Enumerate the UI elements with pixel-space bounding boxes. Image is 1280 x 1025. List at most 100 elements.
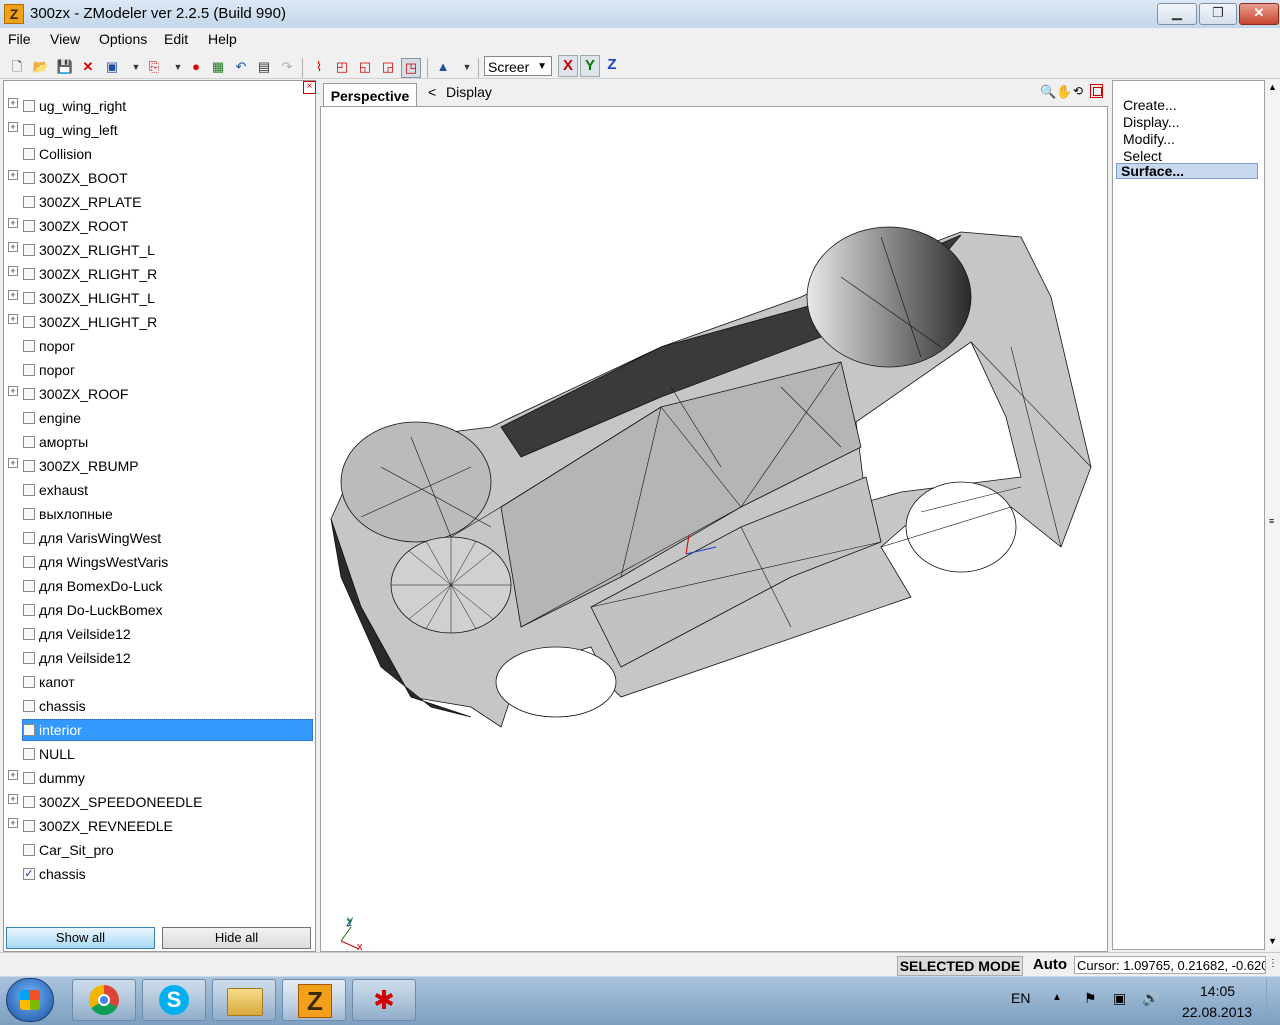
tree-item[interactable]: + ug_wing_left	[4, 119, 314, 141]
expand-plus-icon[interactable]: +	[8, 314, 18, 324]
object-mode-icon[interactable]: ◱	[356, 58, 374, 76]
scroll-up-icon[interactable]: ▲	[1268, 82, 1277, 92]
expand-plus-icon[interactable]: +	[8, 266, 18, 276]
tree-item[interactable]: +300ZX_HLIGHT_L	[4, 287, 314, 309]
tree-item[interactable]: engine	[4, 407, 314, 429]
taskbar-chrome[interactable]	[72, 979, 136, 1021]
open-folder-icon[interactable]: 📂	[32, 58, 50, 76]
menu-help[interactable]: Help	[208, 31, 237, 47]
visibility-checkbox[interactable]: ✓	[23, 868, 35, 880]
tree-item[interactable]: NULL	[4, 743, 314, 765]
save-icon[interactable]: 💾	[56, 58, 74, 76]
display-label[interactable]: Display	[446, 84, 492, 100]
tree-item[interactable]: +300ZX_BOOT	[4, 167, 314, 189]
import-icon[interactable]: ▣	[103, 58, 121, 76]
expand-plus-icon[interactable]: +	[8, 122, 18, 132]
tree-item[interactable]: + ug_wing_right	[4, 95, 314, 117]
close-button[interactable]: ✕	[1239, 3, 1279, 25]
expand-plus-icon[interactable]: +	[8, 218, 18, 228]
tree-item[interactable]: 300ZX_RPLATE	[4, 191, 314, 213]
menu-view[interactable]: View	[50, 31, 80, 47]
expand-plus-icon[interactable]: +	[8, 98, 18, 108]
expand-plus-icon[interactable]: +	[8, 170, 18, 180]
show-all-button[interactable]: Show all	[6, 927, 155, 949]
tree-item[interactable]: для Do-LuckBomex	[4, 599, 314, 621]
tree-item[interactable]: выхлопные	[4, 503, 314, 525]
selected-mode-icon[interactable]: ◳	[401, 58, 421, 78]
visibility-checkbox[interactable]	[23, 820, 35, 832]
visibility-checkbox[interactable]	[23, 460, 35, 472]
clock-time[interactable]: 14:05	[1200, 983, 1235, 999]
command-create[interactable]: Create...	[1123, 97, 1177, 113]
visibility-checkbox[interactable]	[23, 220, 35, 232]
export-icon[interactable]: ⎘	[145, 58, 163, 76]
start-button[interactable]	[6, 978, 54, 1022]
menu-edit[interactable]: Edit	[164, 31, 188, 47]
zmodeler-app-icon[interactable]: Z	[4, 4, 24, 24]
visibility-checkbox[interactable]	[23, 268, 35, 280]
visibility-checkbox[interactable]	[23, 100, 35, 112]
tree-item[interactable]: +300ZX_ROOT	[4, 215, 314, 237]
visibility-checkbox[interactable]	[23, 388, 35, 400]
tree-item[interactable]: chassis	[4, 695, 314, 717]
tree-item[interactable]: +300ZX_RBUMP	[4, 455, 314, 477]
close-icon[interactable]: ×	[303, 81, 316, 94]
visibility-checkbox[interactable]	[23, 436, 35, 448]
face-mode-icon[interactable]: ◰	[333, 58, 351, 76]
3d-viewport[interactable]: z y x	[320, 106, 1108, 953]
restore-button[interactable]: ❐	[1199, 3, 1237, 25]
visibility-checkbox[interactable]	[23, 748, 35, 760]
tab-perspective[interactable]: Perspective	[323, 83, 417, 106]
tree-item[interactable]: аморты	[4, 431, 314, 453]
visibility-checkbox[interactable]	[23, 700, 35, 712]
tree-item[interactable]: +300ZX_ROOF	[4, 383, 314, 405]
network-icon[interactable]: ▣	[1113, 990, 1126, 1007]
tree-item[interactable]: для Veilside12	[4, 623, 314, 645]
delete-icon[interactable]: ✕	[79, 58, 97, 76]
tree-item[interactable]: +300ZX_SPEEDONEEDLE	[4, 791, 314, 813]
expand-plus-icon[interactable]: +	[8, 386, 18, 396]
tree-item[interactable]: interior	[4, 719, 314, 741]
visibility-checkbox[interactable]	[23, 316, 35, 328]
minimize-button[interactable]: ▁	[1157, 3, 1197, 25]
tree-item[interactable]: для WingsWestVaris	[4, 551, 314, 573]
maximize-viewport-icon[interactable]	[1090, 84, 1103, 98]
auto-status[interactable]: Auto	[1028, 956, 1072, 974]
tree-item[interactable]: +300ZX_REVNEEDLE	[4, 815, 314, 837]
tree-item[interactable]: Car_Sit_pro	[4, 839, 314, 861]
axis-z-toggle[interactable]: Z	[603, 55, 621, 75]
resize-grip-icon[interactable]: ⋮	[1268, 958, 1278, 969]
taskbar-app[interactable]: ✱	[352, 979, 416, 1021]
commands-scrollbar[interactable]: ▲ ≡ ▼	[1266, 80, 1280, 950]
action-center-flag-icon[interactable]: ⚑	[1084, 990, 1097, 1007]
back-arrow-icon[interactable]: <	[428, 84, 436, 100]
tree-item[interactable]: ✓ chassis	[4, 863, 314, 885]
pan-hand-icon[interactable]: ✋	[1056, 84, 1072, 100]
hide-all-button[interactable]: Hide all	[162, 927, 311, 949]
tree-item[interactable]: для BomexDo-Luck	[4, 575, 314, 597]
visibility-checkbox[interactable]	[23, 724, 35, 736]
visibility-checkbox[interactable]	[23, 772, 35, 784]
vertex-mode-icon[interactable]: ⌇	[310, 58, 328, 76]
export-dropdown-icon[interactable]: ▼	[169, 58, 187, 76]
visibility-checkbox[interactable]	[23, 244, 35, 256]
new-file-icon[interactable]: 🗋	[8, 58, 26, 76]
group-mode-icon[interactable]: ◲	[379, 58, 397, 76]
expand-plus-icon[interactable]: +	[8, 794, 18, 804]
expand-plus-icon[interactable]: +	[8, 242, 18, 252]
visibility-checkbox[interactable]	[23, 340, 35, 352]
language-indicator[interactable]: EN	[1011, 990, 1030, 1006]
coordinate-space-select[interactable]: Screer ▼	[484, 56, 552, 76]
visibility-checkbox[interactable]	[23, 796, 35, 808]
tree-item[interactable]: +300ZX_RLIGHT_L	[4, 239, 314, 261]
show-desktop-button[interactable]	[1266, 978, 1280, 1024]
tree-item[interactable]: для Veilside12	[4, 647, 314, 669]
tree-item[interactable]: +300ZX_RLIGHT_R	[4, 263, 314, 285]
tree-item[interactable]: капот	[4, 671, 314, 693]
visibility-checkbox[interactable]	[23, 148, 35, 160]
import-dropdown-icon[interactable]: ▼	[127, 58, 145, 76]
tree-item[interactable]: +300ZX_HLIGHT_R	[4, 311, 314, 333]
visibility-checkbox[interactable]	[23, 532, 35, 544]
command-modify[interactable]: Modify...	[1123, 131, 1175, 147]
image-icon[interactable]: ▦	[209, 58, 227, 76]
